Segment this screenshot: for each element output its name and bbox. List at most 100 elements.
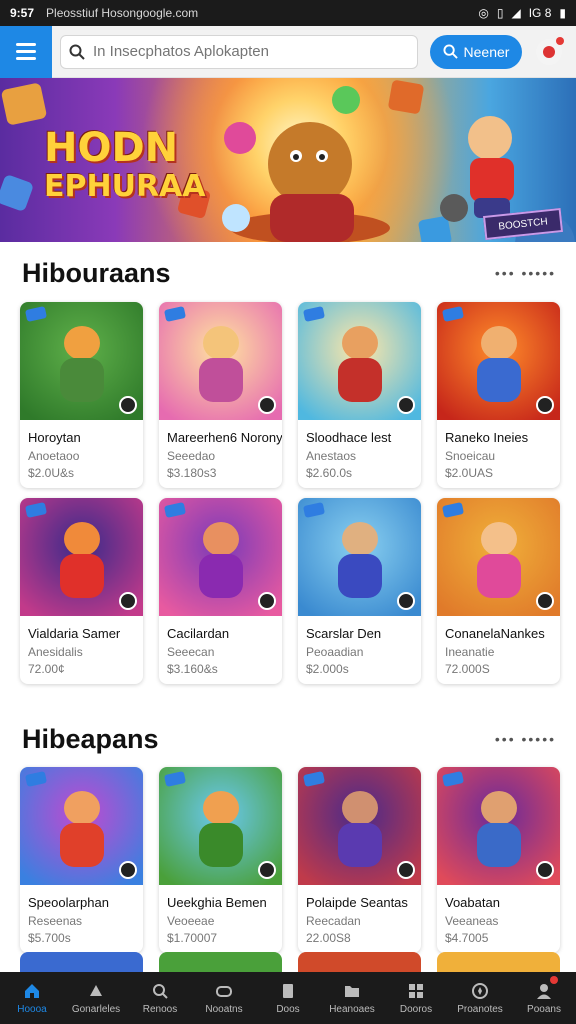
profile-icon xyxy=(534,982,554,1000)
nav-item-docs[interactable]: Doos xyxy=(256,972,320,1024)
search-input[interactable] xyxy=(93,43,393,60)
game-card[interactable]: ConanelaNankes Ineanatie 72.000S xyxy=(437,498,560,684)
badge-icon xyxy=(536,396,554,414)
more-options-icon[interactable]: ••• ••••• xyxy=(495,731,556,747)
partial-game-card[interactable] xyxy=(20,952,143,974)
partial-game-card[interactable] xyxy=(298,952,421,974)
hero-banner[interactable]: HODN EPHURAA BOOSTCH xyxy=(0,78,576,242)
nav-item-gamepad[interactable]: Nooatns xyxy=(192,972,256,1024)
badge-icon xyxy=(258,861,276,879)
nav-item-categories[interactable]: Gonarleles xyxy=(64,972,128,1024)
game-card[interactable]: Cacilardan Seeecan $3.160&s xyxy=(159,498,282,684)
game-subtitle: Veoeeae xyxy=(167,914,215,928)
game-card[interactable]: Mareerhen6 Norony Seeedao $3.180s3 xyxy=(159,302,282,488)
nav-label: Proanotes xyxy=(457,1003,503,1015)
search-icon xyxy=(69,44,85,60)
nav-item-compass[interactable]: Proanotes xyxy=(448,972,512,1024)
search-box[interactable] xyxy=(60,34,418,69)
search-button[interactable]: Neener xyxy=(430,34,522,69)
game-title: Cacilardan xyxy=(167,626,230,641)
game-card[interactable]: Scarslar Den Peoaadian $2.000s xyxy=(298,498,421,684)
nav-item-grid[interactable]: Dooros xyxy=(384,972,448,1024)
game-subtitle: Anoetaoo xyxy=(28,449,80,463)
partial-game-card[interactable] xyxy=(437,952,560,974)
game-card[interactable]: Ueekghia Bemen Veoeeae $1.70007 xyxy=(159,767,282,953)
game-card[interactable]: Vialdaria Samer Anesidalis 72.00¢ xyxy=(20,498,143,684)
status-indicators: IG 8 xyxy=(528,6,552,20)
character-art xyxy=(332,522,388,602)
notification-badge xyxy=(556,36,564,45)
game-price: 72.000S xyxy=(445,662,490,676)
nav-label: Hoooa xyxy=(17,1003,47,1015)
nav-label: Nooatns xyxy=(205,1003,243,1015)
status-time: 9:57 xyxy=(10,6,35,20)
game-card[interactable]: Polaipde Seantas Reecadan 22.00S8 xyxy=(298,767,421,953)
nav-label: Dooros xyxy=(399,1003,433,1015)
game-title: Scarslar Den xyxy=(306,626,382,641)
game-card[interactable]: Raneko Ineies Snoeicau $2.0UAS xyxy=(437,302,560,488)
game-thumbnail xyxy=(20,498,143,616)
avatar-icon xyxy=(543,45,555,58)
game-price: $2.0U&s xyxy=(28,466,75,480)
compass-icon xyxy=(470,982,490,1000)
nav-item-search[interactable]: Renoos xyxy=(128,972,192,1024)
nav-item-home[interactable]: Hoooa xyxy=(0,972,64,1024)
tag-icon xyxy=(24,306,48,322)
gamepad-icon xyxy=(214,982,234,1000)
tag-icon xyxy=(441,502,465,518)
tag-icon xyxy=(163,771,187,787)
section-header: Hibouraans ••• ••••• xyxy=(22,256,556,290)
game-price: 22.00S8 xyxy=(306,931,351,945)
avatar[interactable] xyxy=(536,36,564,65)
game-grid: Horoytan Anoetaoo $2.0U&s Mareerhen6 Norony… xyxy=(20,302,560,488)
character-art xyxy=(193,522,249,602)
search-button-label: Neener xyxy=(463,43,510,60)
badge-icon xyxy=(536,592,554,610)
status-icons: ◎ ▯ ◢ IG 8 ▮ xyxy=(478,6,566,20)
game-thumbnail xyxy=(437,767,560,885)
game-card[interactable]: Sloodhace lest Anestaos $2.60.0s xyxy=(298,302,421,488)
tag-icon xyxy=(163,306,187,322)
game-title: Vialdaria Samer xyxy=(28,626,121,641)
game-price: $5.700s xyxy=(28,931,71,945)
game-thumbnail xyxy=(159,498,282,616)
game-grid: Vialdaria Samer Anesidalis 72.00¢ Cacilarda… xyxy=(20,498,560,684)
game-thumbnail xyxy=(437,498,560,616)
game-card[interactable]: Voabatan Veeaneas $4.7005 xyxy=(437,767,560,953)
section-title: Hibouraans xyxy=(22,257,171,288)
game-subtitle: Seeedao xyxy=(167,449,216,463)
character-art xyxy=(471,326,527,406)
game-subtitle: Peoaadian xyxy=(306,645,364,659)
nav-item-profile[interactable]: Pooans xyxy=(512,972,576,1024)
top-bar: Neener xyxy=(0,25,576,78)
more-options-icon[interactable]: ••• ••••• xyxy=(495,265,556,281)
game-thumbnail xyxy=(20,302,143,420)
game-title: Ueekghia Bemen xyxy=(167,895,267,910)
hamburger-line xyxy=(16,43,36,46)
nav-label: Gonarleles xyxy=(71,1003,121,1015)
wifi-icon: ◢ xyxy=(511,6,521,20)
game-card[interactable]: Speoolarphan Reseenas $5.700s xyxy=(20,767,143,953)
game-thumbnail xyxy=(298,498,421,616)
tag-icon xyxy=(24,502,48,518)
game-grid: Speoolarphan Reseenas $5.700s Ueekghia Beme… xyxy=(20,767,560,953)
partial-card-row xyxy=(20,952,560,974)
game-card[interactable]: Horoytan Anoetaoo $2.0U&s xyxy=(20,302,143,488)
menu-button[interactable] xyxy=(0,25,52,78)
badge-icon xyxy=(536,861,554,879)
nav-label: Pooans xyxy=(527,1003,561,1015)
game-thumbnail xyxy=(159,767,282,885)
partial-game-card[interactable] xyxy=(159,952,282,974)
game-title: Speoolarphan xyxy=(28,895,109,910)
game-price: $1.70007 xyxy=(167,931,218,945)
game-price: 72.00¢ xyxy=(28,662,65,676)
game-title: ConanelaNankes xyxy=(445,626,545,641)
battery-icon: ▮ xyxy=(559,6,566,20)
tag-icon xyxy=(24,771,48,787)
nav-item-folder[interactable]: Heanoaes xyxy=(320,972,384,1024)
badge-icon xyxy=(119,396,137,414)
game-thumbnail xyxy=(20,767,143,885)
game-price: $2.000s xyxy=(306,662,349,676)
game-title: Sloodhace lest xyxy=(306,430,392,445)
nav-label: Renoos xyxy=(142,1003,178,1015)
